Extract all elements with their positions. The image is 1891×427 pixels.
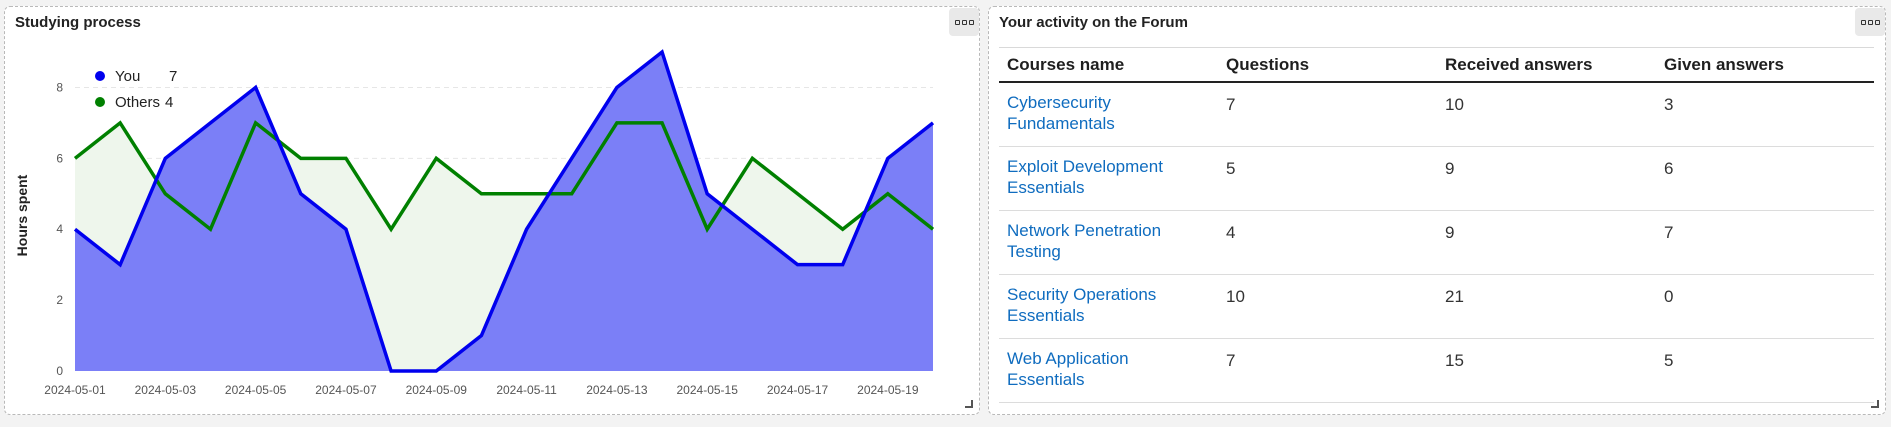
received-cell: 9: [1437, 210, 1656, 275]
y-tick-label: 0: [56, 364, 63, 378]
questions-cell: 10: [1218, 274, 1437, 339]
legend-item-you[interactable]: You 7: [95, 63, 177, 89]
y-tick-label: 8: [56, 80, 63, 94]
course-link[interactable]: Network Penetration Testing: [1007, 221, 1161, 261]
received-cell: 21: [1437, 274, 1656, 339]
table-row: Network Penetration Testing 4 9 7: [999, 210, 1874, 275]
three-dots-icon: [1860, 19, 1866, 25]
column-header-questions: Questions: [1218, 47, 1437, 83]
given-cell: 7: [1656, 210, 1874, 275]
x-tick-label: 2024-05-07: [315, 383, 377, 397]
legend-dot-you: [95, 71, 105, 81]
given-cell: 5: [1656, 338, 1874, 403]
x-tick-label: 2024-05-09: [406, 383, 468, 397]
legend-dot-others: [95, 97, 105, 107]
legend-value-others: 4: [165, 93, 174, 111]
x-tick-label: 2024-05-19: [857, 383, 919, 397]
chart-legend: You 7 Others 4: [95, 63, 177, 115]
y-tick-label: 6: [56, 151, 63, 165]
column-header-courses: Courses name: [999, 47, 1218, 83]
forum-activity-table: Courses name Questions Received answers …: [999, 47, 1874, 403]
given-cell: 3: [1656, 82, 1874, 147]
course-link[interactable]: Exploit Development Essentials: [1007, 157, 1163, 197]
received-cell: 10: [1437, 82, 1656, 147]
x-tick-label: 2024-05-11: [496, 383, 557, 397]
x-tick-label: 2024-05-15: [677, 383, 739, 397]
x-tick-label: 2024-05-05: [225, 383, 287, 397]
given-cell: 0: [1656, 274, 1874, 339]
table-row: Web Application Essentials 7 15 5: [999, 338, 1874, 403]
legend-value-you: 7: [169, 67, 178, 85]
y-axis-label: Hours spent: [14, 174, 30, 256]
x-tick-label: 2024-05-17: [767, 383, 829, 397]
questions-cell: 7: [1218, 338, 1437, 403]
y-tick-label: 2: [56, 293, 63, 307]
x-tick-label: 2024-05-01: [44, 383, 106, 397]
received-cell: 15: [1437, 338, 1656, 403]
questions-cell: 5: [1218, 146, 1437, 211]
questions-cell: 7: [1218, 82, 1437, 147]
questions-cell: 4: [1218, 210, 1437, 275]
column-header-received: Received answers: [1437, 47, 1656, 83]
right-panel-resize-handle[interactable]: [1871, 400, 1879, 408]
legend-label-you: You: [115, 67, 141, 85]
received-cell: 9: [1437, 146, 1656, 211]
course-link[interactable]: Security Operations Essentials: [1007, 285, 1156, 325]
table-row: Exploit Development Essentials 5 9 6: [999, 146, 1874, 211]
table-header-row: Courses name Questions Received answers …: [999, 47, 1874, 83]
course-link[interactable]: Web Application Essentials: [1007, 349, 1129, 389]
studying-process-panel: Studying process 0 2 4 6 8 Hours spent 2024-05…: [4, 6, 980, 415]
legend-item-others[interactable]: Others 4: [95, 89, 177, 115]
forum-activity-title: Your activity on the Forum: [999, 14, 1188, 31]
course-link[interactable]: Cybersecurity Fundamentals: [1007, 93, 1115, 133]
given-cell: 6: [1656, 146, 1874, 211]
table-row: Cybersecurity Fundamentals 7 10 3: [999, 82, 1874, 147]
x-tick-label: 2024-05-13: [586, 383, 648, 397]
table-row: Security Operations Essentials 10 21 0: [999, 274, 1874, 339]
column-header-given: Given answers: [1656, 47, 1874, 83]
y-tick-label: 4: [56, 222, 63, 236]
legend-label-others: Others: [115, 93, 161, 111]
x-tick-label: 2024-05-03: [135, 383, 197, 397]
left-panel-resize-handle[interactable]: [965, 400, 973, 408]
forum-activity-menu-button[interactable]: [1855, 8, 1885, 36]
forum-activity-panel: Your activity on the Forum Courses name …: [988, 6, 1886, 415]
